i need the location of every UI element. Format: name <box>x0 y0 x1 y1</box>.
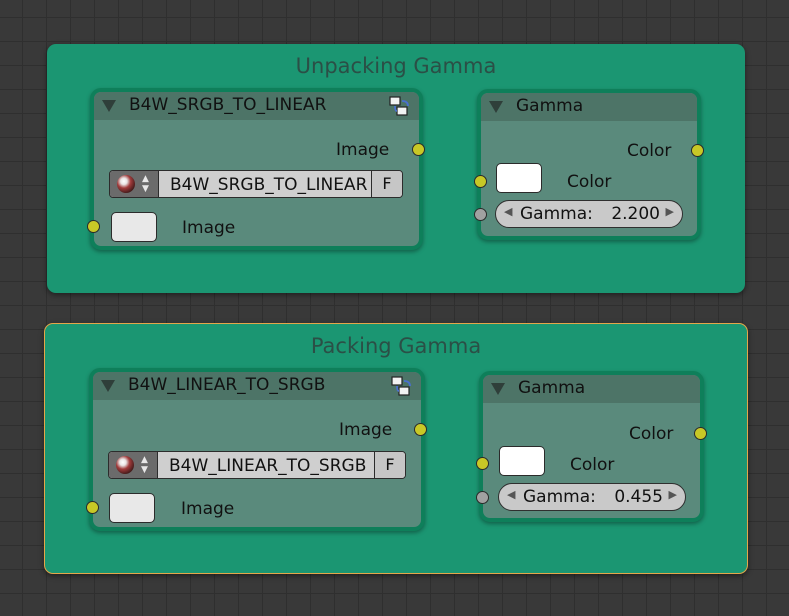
frame-title: Unpacking Gamma <box>295 54 497 78</box>
up-down-arrows-icon: ▲ ▼ <box>141 455 148 475</box>
output-socket[interactable] <box>412 143 425 156</box>
input-label: Image <box>181 499 235 519</box>
collapse-triangle-icon[interactable] <box>101 380 115 392</box>
input-color-swatch[interactable] <box>109 493 155 523</box>
frame-unpacking-gamma[interactable]: Unpacking Gamma B4W_SRGB_TO_LINEAR Image… <box>47 44 745 293</box>
frame-packing-gamma[interactable]: Packing Gamma B4W_LINEAR_TO_SRGB Image ▲… <box>44 323 748 574</box>
node-title: B4W_SRGB_TO_LINEAR <box>129 95 327 115</box>
node-group-icon[interactable] <box>388 95 410 117</box>
increment-arrow-icon[interactable]: ▶ <box>669 488 677 501</box>
node-header[interactable]: B4W_LINEAR_TO_SRGB <box>93 372 421 400</box>
fake-user-button[interactable]: F <box>374 452 405 478</box>
color-input-label: Color <box>570 455 615 475</box>
material-ball-icon <box>117 175 135 193</box>
fake-user-button[interactable]: F <box>371 171 402 197</box>
gamma-value: 2.200 <box>611 204 660 224</box>
input-color-swatch[interactable] <box>111 212 157 242</box>
node-group-name[interactable]: B4W_SRGB_TO_LINEAR <box>170 175 367 195</box>
node-title: Gamma <box>516 96 584 116</box>
material-ball-icon <box>116 456 134 474</box>
node-header[interactable]: Gamma <box>481 93 697 121</box>
decrement-arrow-icon[interactable]: ◀ <box>507 488 515 501</box>
output-socket[interactable] <box>414 423 427 436</box>
node-group-selector[interactable]: ▲ ▼ B4W_SRGB_TO_LINEAR F <box>109 170 403 198</box>
output-label: Image <box>336 140 390 160</box>
collapse-triangle-icon[interactable] <box>491 383 505 395</box>
output-label: Image <box>339 420 393 440</box>
node-group-selector[interactable]: ▲ ▼ B4W_LINEAR_TO_SRGB F <box>108 451 406 479</box>
output-socket[interactable] <box>691 144 704 157</box>
color-swatch[interactable] <box>499 446 545 476</box>
input-label: Image <box>182 218 236 238</box>
input-socket[interactable] <box>86 501 99 514</box>
color-swatch[interactable] <box>496 163 542 193</box>
collapse-triangle-icon[interactable] <box>102 100 116 112</box>
decrement-arrow-icon[interactable]: ◀ <box>504 205 512 218</box>
group-node-linear-to-srgb[interactable]: B4W_LINEAR_TO_SRGB Image ▲ ▼ B4W_LINEAR_T… <box>86 368 427 531</box>
gamma-input-socket[interactable] <box>476 491 489 504</box>
material-browse-button[interactable]: ▲ ▼ <box>110 171 159 197</box>
gamma-node[interactable]: Gamma Color Color ◀ Gamma: 2.200 ▶ <box>474 89 704 240</box>
gamma-value: 0.455 <box>614 487 663 507</box>
output-label: Color <box>627 141 672 161</box>
node-group-icon[interactable] <box>390 375 412 397</box>
up-down-arrows-icon: ▲ ▼ <box>142 174 149 194</box>
color-input-label: Color <box>567 172 612 192</box>
gamma-node[interactable]: Gamma Color Color ◀ Gamma: 0.455 ▶ <box>476 371 707 522</box>
group-node-srgb-to-linear[interactable]: B4W_SRGB_TO_LINEAR Image ▲ ▼ B4W_SRGB_TO_… <box>87 88 425 250</box>
gamma-field[interactable]: ◀ Gamma: 0.455 ▶ <box>498 483 686 511</box>
color-input-socket[interactable] <box>474 175 487 188</box>
frame-title: Packing Gamma <box>310 334 482 358</box>
output-label: Color <box>629 424 674 444</box>
increment-arrow-icon[interactable]: ▶ <box>666 205 674 218</box>
gamma-label: Gamma: <box>523 487 596 507</box>
collapse-triangle-icon[interactable] <box>489 101 503 113</box>
color-input-socket[interactable] <box>476 457 489 470</box>
material-browse-button[interactable]: ▲ ▼ <box>109 452 158 478</box>
node-title: Gamma <box>518 378 586 398</box>
node-title: B4W_LINEAR_TO_SRGB <box>128 375 326 395</box>
node-group-name[interactable]: B4W_LINEAR_TO_SRGB <box>169 456 366 476</box>
gamma-input-socket[interactable] <box>474 208 487 221</box>
gamma-field[interactable]: ◀ Gamma: 2.200 ▶ <box>495 200 683 228</box>
node-header[interactable]: Gamma <box>483 375 700 403</box>
input-socket[interactable] <box>87 220 100 233</box>
node-header[interactable]: B4W_SRGB_TO_LINEAR <box>94 92 419 120</box>
gamma-label: Gamma: <box>520 204 593 224</box>
output-socket[interactable] <box>694 427 707 440</box>
